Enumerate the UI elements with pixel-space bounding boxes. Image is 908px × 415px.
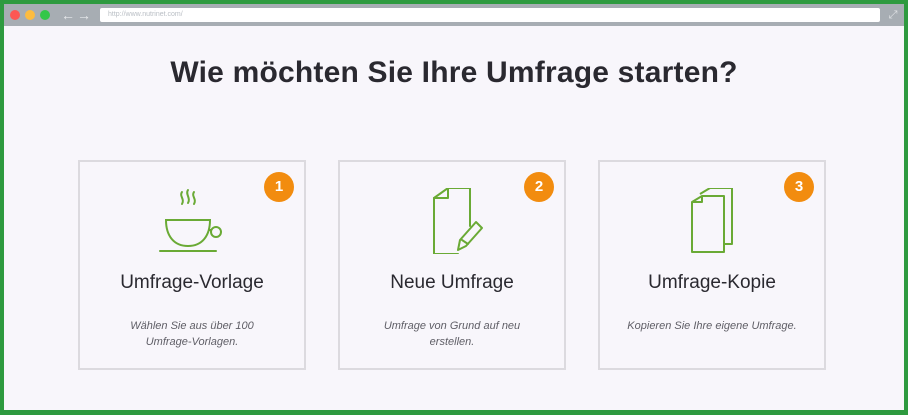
forward-arrow-icon[interactable]: → [77,6,91,24]
step-badge: 2 [524,172,554,202]
address-bar-url: http://www.nutrinet.com/ [108,11,183,18]
close-window-button[interactable] [10,10,20,20]
document-pencil-icon [433,188,483,254]
teacup-icon [159,189,222,252]
fullscreen-icon[interactable]: ⤢ [886,7,900,23]
card-title: Umfrage-Vorlage [120,272,264,293]
address-bar[interactable]: http://www.nutrinet.com/ [100,8,880,22]
step-badge: 1 [264,172,294,202]
card-title: Umfrage-Kopie [648,272,776,293]
page-title: Wie möchten Sie Ihre Umfrage starten? [170,56,738,89]
option-card-template[interactable]: 1 Umfrage-Vorlage Wählen Sie aus über 10… [78,160,306,370]
step-badge: 3 [784,172,814,202]
browser-window: ← → http://www.nutrinet.com/ ⤢ Wie möcht… [4,4,904,410]
maximize-window-button[interactable] [40,10,50,20]
card-description: Umfrage von Grund auf neu erstellen. [383,320,521,348]
card-description: Kopieren Sie Ihre eigene Umfrage. [627,320,797,332]
copy-documents-icon [691,188,733,253]
card-description: Wählen Sie aus über 100 Umfrage-Vorlagen… [130,320,254,348]
card-title: Neue Umfrage [390,272,514,293]
back-arrow-icon[interactable]: ← [61,6,75,24]
browser-toolbar: ← → http://www.nutrinet.com/ ⤢ [4,4,904,26]
minimize-window-button[interactable] [25,10,35,20]
option-card-new[interactable]: 2 Neue Umfrage Umfrage von Grund auf neu… [338,160,566,370]
option-card-copy[interactable]: 3 Umfrage-Kopie Kopieren Sie Ihre eigene… [598,160,826,370]
